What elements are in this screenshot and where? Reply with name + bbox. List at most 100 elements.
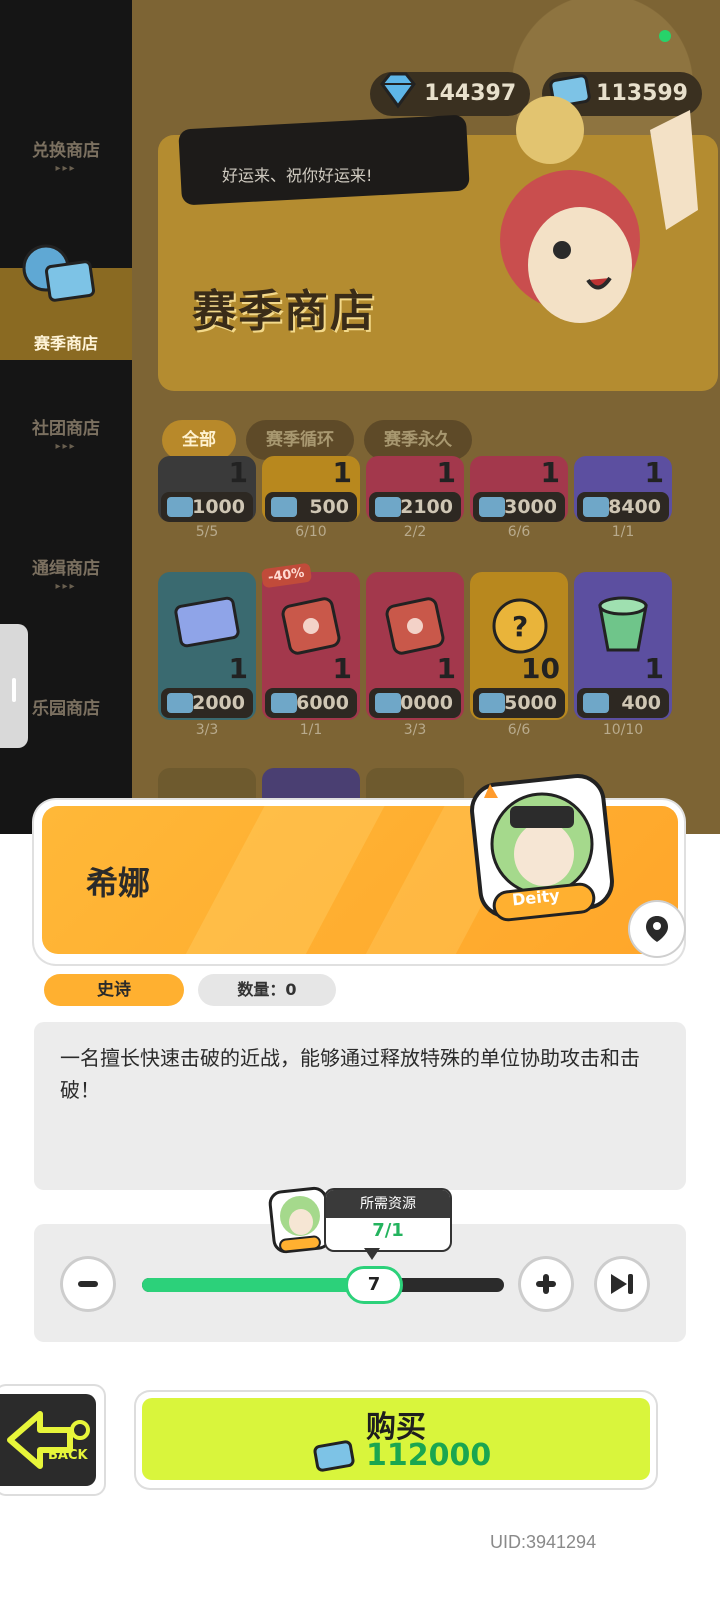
quantity-slider-thumb[interactable]: 7 [345,1266,403,1304]
shop-background: 兑换商店 ▸▸▸ 赛季商店 社团商店 ▸▸▸ 通缉商店 ▸▸▸ 乐园商店 144… [0,0,720,850]
shop-item-card[interactable]: 1 10000 [366,572,464,720]
banner-title: 赛季商店 [192,286,376,337]
shop-item-card[interactable]: 1 500 [262,456,360,522]
item-quantity: 1 [228,652,248,685]
shop-item-card[interactable]: 1 400 [574,572,672,720]
more-indicator: ▸▸▸ [55,163,77,174]
dice-icon [385,597,445,655]
purchase-limit: 2/2 [403,524,427,540]
item-price: 2100 [369,492,461,522]
item-price: 400 [577,688,669,718]
buy-price: 112000 [366,1438,492,1473]
quantity-slider-fill [142,1278,374,1292]
plus-icon [536,1274,556,1294]
item-quantity: 1 [332,652,352,685]
item-price-value: 6000 [296,692,349,714]
svg-text:?: ? [512,610,528,643]
shop-item-card[interactable]: 1 2100 [366,456,464,522]
skip-to-end-icon [611,1274,633,1294]
purchase-limit: 5/5 [195,524,219,540]
required-resource-avatar [268,1186,332,1254]
sidebar-item-club[interactable]: 社团商店 ▸▸▸ [0,414,132,452]
max-button[interactable] [594,1256,650,1312]
item-quantity: 1 [332,456,352,489]
owned-count-badge: 数量：0 [198,974,336,1006]
item-price-value: 5000 [504,692,557,714]
sidebar-item-label: 乐园商店 [32,699,100,719]
shop-item-card[interactable]: 1 3000 [470,456,568,522]
shop-item-card[interactable]: 1 8400 [574,456,672,522]
item-price-value: 400 [621,692,661,714]
ticket-icon [375,497,401,517]
purchase-limit: 6/6 [507,524,531,540]
item-quantity: 10 [521,652,560,685]
required-resource-label: 所需资源 [326,1190,450,1218]
ticket-icon [583,497,609,517]
sidebar-item-season[interactable]: 赛季商店 [0,330,132,354]
character-name: 希娜 [86,864,151,902]
shop-tabs: 全部 赛季循环 赛季永久 [162,420,472,460]
rarity-badge: 史诗 [44,974,184,1006]
ticket-card-icon [174,596,240,648]
item-price-value: 1000 [192,496,245,518]
purchase-limit: 3/3 [195,722,219,738]
sidebar-item-exchange[interactable]: 兑换商店 ▸▸▸ [0,136,132,174]
item-quantity: 1 [228,456,248,489]
potion-cup-icon [598,596,648,652]
speech-text: 好运来、祝你好运来! [222,166,373,185]
purchase-limit: 6/6 [507,722,531,738]
purchase-limit: 6/10 [295,524,327,540]
item-price: 6000 [265,688,357,718]
item-quantity: 1 [436,456,456,489]
sidebar-item-label: 通缉商店 [32,559,100,579]
item-quantity: 1 [436,652,456,685]
item-price-value: 8400 [608,496,661,518]
sidebar-item-label: 兑换商店 [32,141,100,161]
tooltip-pointer [364,1248,380,1260]
description-box: 一名擅长快速击破的近战，能够通过释放特殊的单位协助攻击和击破！ [34,1022,686,1190]
item-quantity: 1 [644,652,664,685]
decrease-button[interactable] [60,1256,116,1312]
item-quantity: 1 [540,456,560,489]
character-avatar-badge [470,774,614,922]
item-price: 1000 [161,492,253,522]
item-price: 5000 [473,688,565,718]
tab-season-permanent[interactable]: 赛季永久 [364,420,472,460]
tab-season-cycle[interactable]: 赛季循环 [246,420,354,460]
ticket-icon [271,497,297,517]
increase-button[interactable] [518,1256,574,1312]
purchase-limit: 1/1 [611,524,635,540]
diamond-icon [380,72,417,109]
sidebar-item-label: 社团商店 [32,419,100,439]
item-price: 8400 [577,492,669,522]
tab-all[interactable]: 全部 [162,420,236,460]
shop-item-card[interactable]: 1 1000 [158,456,256,522]
ticket-icon [479,693,505,713]
sidebar-item-wanted[interactable]: 通缉商店 ▸▸▸ [0,554,132,592]
item-price-value: 2100 [400,496,453,518]
ticket-icon [375,693,401,713]
shop-item-card[interactable]: 1 6000 [262,572,360,720]
ticket-icon [583,693,609,713]
season-ticket-icon [313,1440,355,1472]
ticket-icon [167,497,193,517]
speech-bubble [178,114,470,206]
shop-item-card[interactable]: 1 12000 [158,572,256,720]
season-ticket-icon [22,244,96,302]
location-pin-icon [646,916,668,942]
minus-icon [78,1281,98,1287]
purchase-limit: 3/3 [403,722,427,738]
locate-button[interactable] [630,902,684,956]
item-price-value: 500 [309,496,349,518]
ticket-icon [167,693,193,713]
ticket-icon [271,693,297,713]
back-label: BACK [48,1448,88,1463]
sidebar-item-label: 赛季商店 [33,334,98,353]
required-resource-value: 7/1 [372,1220,404,1241]
mascot-character-illustration [500,96,698,323]
item-price: 500 [265,492,357,522]
back-arrow-icon [7,1411,90,1469]
item-price: 12000 [161,688,253,718]
ticket-icon [479,497,505,517]
shop-item-card[interactable]: ? 10 5000 [470,572,568,720]
